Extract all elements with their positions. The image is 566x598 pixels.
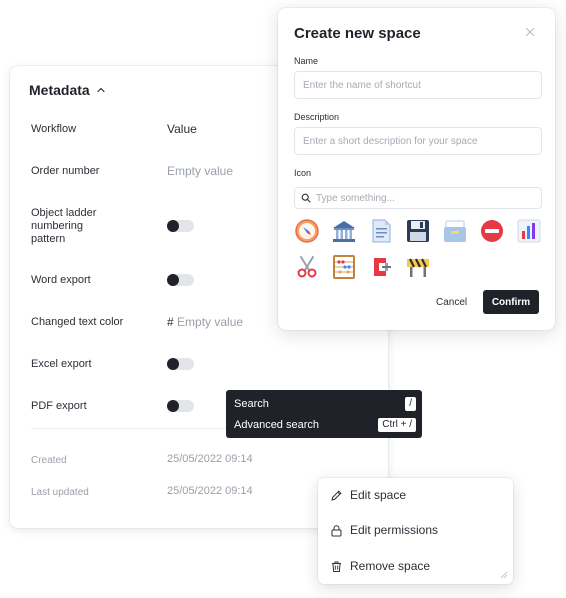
numbering-pattern-toggle[interactable] xyxy=(167,220,194,232)
name-label: Name xyxy=(294,56,319,66)
no-entry-icon[interactable] xyxy=(479,218,505,244)
space-context-menu: Edit space Edit permissions Remove space xyxy=(318,478,513,584)
toggle-knob xyxy=(167,220,179,232)
modal-title: Create new space xyxy=(294,25,421,42)
edit-permissions-item[interactable]: Edit permissions xyxy=(330,519,438,541)
floppy-disk-icon[interactable] xyxy=(405,218,431,244)
close-icon[interactable] xyxy=(523,25,537,39)
changed-text-color-value[interactable]: # Empty value xyxy=(167,315,243,329)
pdf-export-toggle[interactable] xyxy=(167,400,194,412)
advanced-search-shortcut: Ctrl + / xyxy=(378,418,416,432)
remove-space-label: Remove space xyxy=(350,559,431,573)
lock-icon xyxy=(331,524,342,536)
name-input[interactable] xyxy=(294,71,542,99)
abacus-icon[interactable] xyxy=(331,254,357,280)
icon-search-field[interactable] xyxy=(294,187,542,209)
last-updated-label: Last updated xyxy=(31,487,89,498)
construction-barrier-icon[interactable] xyxy=(405,254,431,280)
changed-text-color-label: Changed text color xyxy=(31,316,124,328)
search-icon xyxy=(301,193,311,203)
icon-search-input[interactable] xyxy=(316,192,536,204)
search-shortcut: / xyxy=(405,397,416,411)
last-updated-value: 25/05/2022 09:14 xyxy=(167,485,253,497)
order-number-label: Order number xyxy=(31,165,100,177)
created-value: 25/05/2022 09:14 xyxy=(167,453,253,465)
numbering-pattern-label: Object ladder numbering pattern xyxy=(31,207,97,245)
word-export-toggle[interactable] xyxy=(167,274,194,286)
advanced-search-label: Advanced search xyxy=(234,419,319,431)
search-popover: Search / Advanced search Ctrl + / xyxy=(226,390,422,438)
metadata-header[interactable]: Metadata xyxy=(29,82,106,98)
excel-export-label: Excel export xyxy=(31,358,92,370)
pencil-icon xyxy=(331,489,342,501)
workflow-value[interactable]: Value xyxy=(167,122,197,136)
excel-export-toggle[interactable] xyxy=(167,358,194,370)
search-option-label: Search xyxy=(234,398,269,410)
toggle-knob xyxy=(167,274,179,286)
scissors-icon[interactable] xyxy=(294,254,320,280)
bank-icon[interactable] xyxy=(331,218,357,244)
compass-icon[interactable] xyxy=(294,218,320,244)
search-option[interactable]: Search / xyxy=(234,394,416,414)
edit-space-label: Edit space xyxy=(350,488,407,502)
toggle-knob xyxy=(167,400,179,412)
metadata-title: Metadata xyxy=(29,82,90,98)
clamp-icon[interactable] xyxy=(368,254,394,280)
confirm-button[interactable]: Confirm xyxy=(483,290,539,314)
advanced-search-option[interactable]: Advanced search Ctrl + / xyxy=(234,415,416,435)
edit-space-item[interactable]: Edit space xyxy=(330,484,406,506)
word-export-label: Word export xyxy=(31,274,91,286)
workflow-label: Workflow xyxy=(31,123,77,135)
hash-prefix: # xyxy=(167,315,174,329)
pdf-export-label: PDF export xyxy=(31,400,87,412)
create-space-modal: Create new space Name Description Icon xyxy=(278,8,555,330)
trash-icon xyxy=(332,561,341,572)
changed-text-color-empty: Empty value xyxy=(177,315,244,329)
remove-space-item[interactable]: Remove space xyxy=(330,555,430,577)
toggle-knob xyxy=(167,358,179,370)
icon-label: Icon xyxy=(294,168,312,178)
description-input[interactable] xyxy=(294,127,542,155)
cancel-button[interactable]: Cancel xyxy=(428,291,475,313)
resize-grip-icon[interactable] xyxy=(500,571,508,579)
edit-permissions-label: Edit permissions xyxy=(350,523,439,537)
card-file-box-icon[interactable] xyxy=(442,218,468,244)
document-icon[interactable] xyxy=(368,218,394,244)
order-number-value[interactable]: Empty value xyxy=(167,164,233,178)
bar-chart-icon[interactable] xyxy=(516,218,542,244)
chevron-up-icon[interactable] xyxy=(96,85,106,95)
created-label: Created xyxy=(31,455,67,466)
description-label: Description xyxy=(294,112,340,122)
